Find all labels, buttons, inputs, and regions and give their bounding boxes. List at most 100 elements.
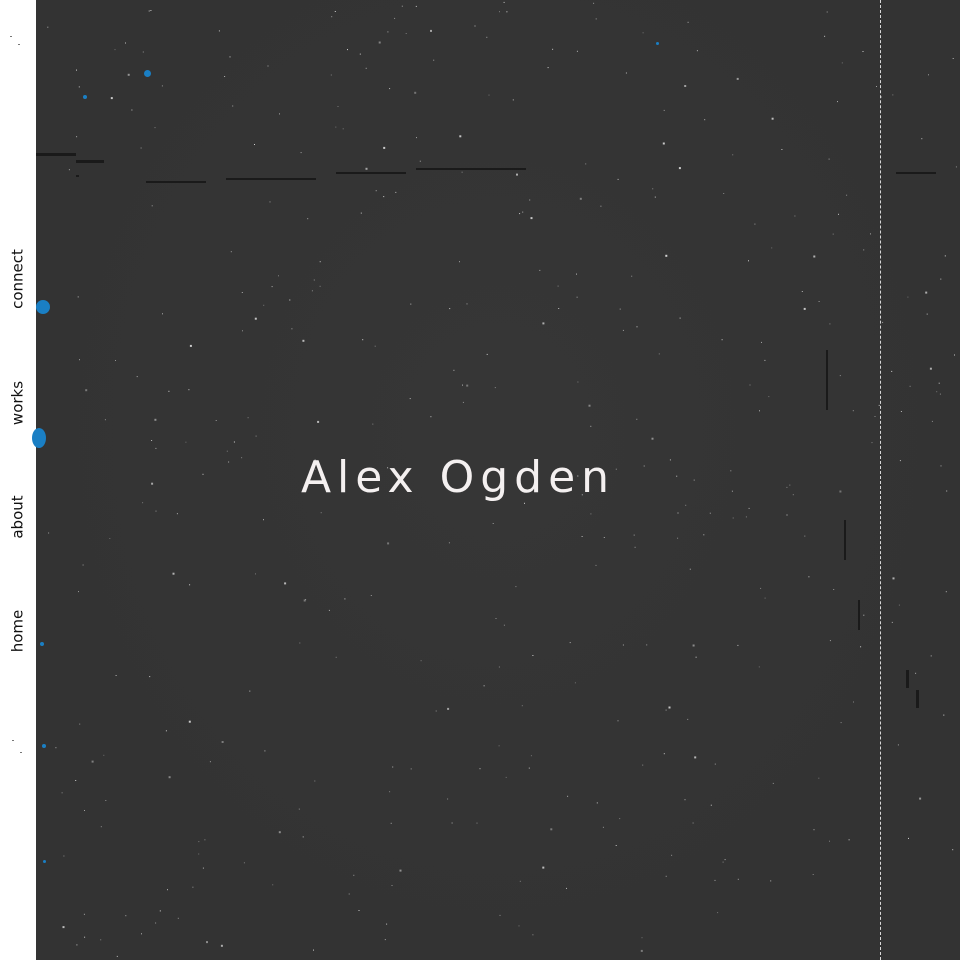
speck <box>331 16 333 18</box>
speck <box>939 393 941 395</box>
speck <box>76 136 78 138</box>
speck <box>247 417 249 419</box>
speck <box>127 73 130 76</box>
speck <box>943 714 945 716</box>
speck <box>919 797 922 800</box>
speck <box>687 718 689 720</box>
speck <box>576 296 578 298</box>
speck <box>574 682 576 684</box>
nav-link-connect[interactable]: connect <box>9 249 27 309</box>
nav-link-home[interactable]: home <box>9 610 27 653</box>
speck <box>703 534 705 536</box>
speck <box>498 745 500 747</box>
speck <box>590 425 592 427</box>
speck <box>474 25 476 27</box>
speck <box>161 85 163 87</box>
sidebar-speck <box>12 740 14 741</box>
blue-paint-dot <box>144 70 151 77</box>
speck <box>892 577 895 580</box>
speck <box>48 532 50 534</box>
speck <box>841 62 843 64</box>
speck <box>486 36 488 38</box>
speck <box>694 756 697 759</box>
speck <box>577 381 579 383</box>
speck <box>100 939 102 941</box>
speck <box>710 804 712 806</box>
speck <box>848 839 850 841</box>
speck <box>874 416 876 417</box>
speck <box>567 795 569 797</box>
speck <box>430 416 432 418</box>
speck <box>679 317 681 319</box>
speck <box>695 656 697 658</box>
speck <box>622 644 624 646</box>
speck <box>365 167 368 170</box>
speck <box>125 42 126 44</box>
speck <box>760 587 762 589</box>
speck <box>62 926 65 929</box>
speck <box>532 655 534 656</box>
speck <box>459 135 462 138</box>
speck <box>267 65 269 67</box>
speck <box>521 705 523 707</box>
speck <box>320 512 322 514</box>
speck <box>334 11 336 12</box>
speck <box>459 261 460 263</box>
speck <box>862 51 864 52</box>
speck <box>891 621 893 623</box>
speck <box>881 96 882 98</box>
speck <box>476 822 478 824</box>
speck <box>909 385 911 387</box>
speck <box>375 190 377 192</box>
speck <box>155 510 157 512</box>
speck <box>141 933 142 935</box>
speck <box>619 308 621 310</box>
speck <box>241 292 243 293</box>
speck <box>636 418 638 420</box>
speck <box>148 10 150 12</box>
speck <box>461 171 463 173</box>
speck <box>254 317 257 320</box>
speck <box>748 260 749 262</box>
speck <box>159 910 161 912</box>
speck <box>105 800 107 801</box>
speck <box>79 723 81 725</box>
speck <box>899 460 901 462</box>
speck <box>692 644 695 647</box>
speck <box>829 640 831 642</box>
speck <box>617 720 619 722</box>
speck <box>162 313 163 315</box>
speck <box>167 889 168 891</box>
speck <box>663 109 665 111</box>
speck <box>198 841 200 843</box>
blue-paint-dot <box>36 300 50 314</box>
speck <box>926 313 928 315</box>
speck <box>936 391 938 393</box>
speck <box>768 396 770 398</box>
speck <box>226 450 228 452</box>
speck <box>125 915 127 917</box>
speck <box>652 188 654 190</box>
speck <box>383 146 386 149</box>
nav-link-works[interactable]: works <box>9 381 27 425</box>
speck <box>595 18 597 20</box>
speck <box>168 390 170 392</box>
speck <box>641 937 643 939</box>
speck <box>215 420 217 421</box>
speck <box>512 99 514 101</box>
speck <box>770 880 772 882</box>
speck <box>410 768 412 770</box>
speck <box>344 598 346 600</box>
speck <box>837 101 838 103</box>
speck <box>466 384 469 387</box>
speck <box>221 741 224 743</box>
speck <box>593 2 595 4</box>
speck <box>603 537 605 538</box>
nav-link-about[interactable]: about <box>9 495 27 538</box>
speck <box>665 709 667 711</box>
speck <box>414 91 417 94</box>
speck <box>808 576 810 578</box>
speck <box>898 604 900 606</box>
speck <box>558 308 560 309</box>
speck <box>828 158 830 160</box>
